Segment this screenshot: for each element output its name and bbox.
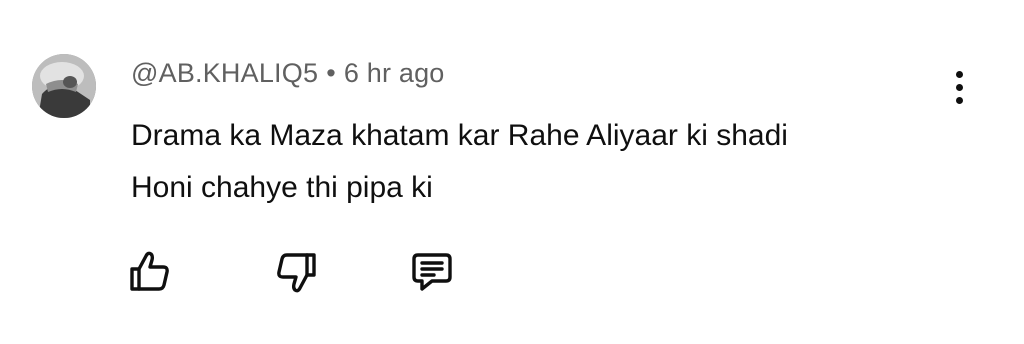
like-button[interactable] (126, 248, 174, 296)
thumbs-up-icon (130, 251, 169, 291)
comment-text-line: Drama ka Maza khatam kar Rahe Aliyaar ki… (131, 119, 788, 152)
comment-time: 6 hr ago (343, 58, 445, 88)
more-vert-icon-dot (955, 83, 963, 91)
reply-button[interactable] (408, 248, 456, 296)
more-vert-icon-dot (955, 70, 963, 78)
more-vert-icon-dot (955, 96, 963, 104)
thumbs-down-icon (277, 253, 316, 293)
dislike-button[interactable] (272, 248, 320, 296)
comment-text: Drama ka Maza khatam kar Rahe Aliyaar ki… (131, 110, 951, 214)
reply-comment-icon (412, 253, 452, 291)
meta-separator: • (326, 58, 336, 88)
comment-author[interactable]: @AB.KHALIQ5 (131, 58, 318, 88)
avatar[interactable] (32, 54, 96, 118)
avatar-image (32, 54, 96, 118)
more-options-button[interactable] (945, 66, 973, 108)
comment-meta: @AB.KHALIQ5 • 6 hr ago (131, 58, 445, 89)
comment-text-line: Honi chahye thi pipa ki (131, 171, 433, 204)
